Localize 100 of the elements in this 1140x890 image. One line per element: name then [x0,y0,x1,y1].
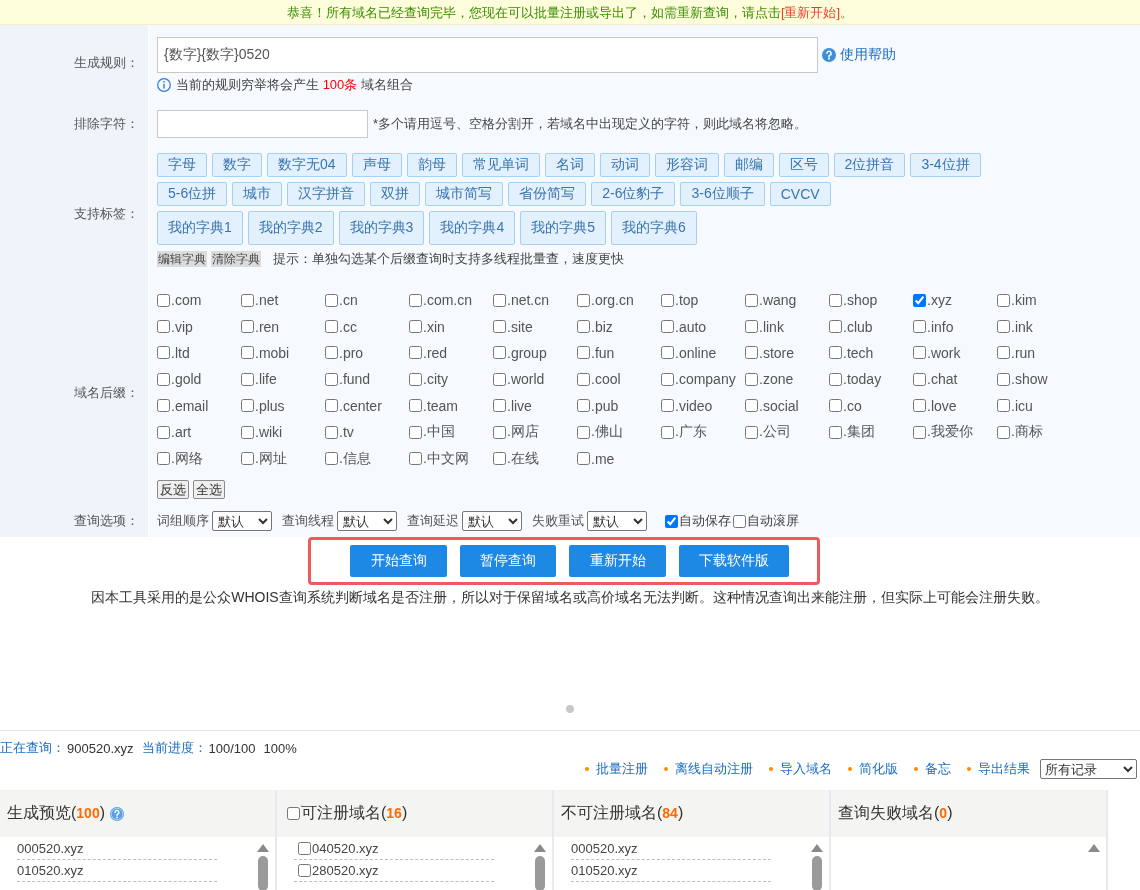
suffix-label[interactable]: .plus [255,397,285,414]
select-button[interactable]: 全选 [193,479,225,499]
suffix-label[interactable]: .网址 [255,449,287,468]
help-icon[interactable] [110,806,124,821]
tag-button[interactable]: 双拼 [370,182,421,206]
option-select[interactable]: 默认 [587,511,647,531]
suffix-checkbox[interactable] [241,452,254,466]
option-select[interactable]: 默认 [462,511,522,531]
suffix-label[interactable]: .company [675,371,736,388]
suffix-checkbox[interactable] [241,346,254,360]
suffix-label[interactable]: .信息 [339,449,371,468]
scroll-up-icon[interactable] [811,844,823,852]
suffix-label[interactable]: .biz [591,318,613,335]
suffix-label[interactable]: .cool [591,371,621,388]
option-checkbox[interactable] [733,514,746,528]
domain-checkbox[interactable] [298,864,311,877]
option-checkbox-label[interactable]: 自动滚屏 [747,512,799,530]
suffix-checkbox[interactable] [577,372,590,386]
suffix-label[interactable]: .网店 [507,423,539,442]
dictionary-button[interactable]: 我的字典5 [520,211,606,245]
suffix-checkbox[interactable] [157,425,170,439]
tag-button[interactable]: 汉字拼音 [287,182,366,206]
suffix-label[interactable]: .icu [1011,397,1033,414]
suffix-checkbox[interactable] [409,425,422,439]
suffix-label[interactable]: .集团 [843,423,875,442]
suffix-checkbox[interactable] [745,293,758,307]
suffix-label[interactable]: .store [759,344,794,361]
suffix-label[interactable]: .pro [339,344,364,361]
suffix-checkbox[interactable] [325,425,338,439]
suffix-checkbox[interactable] [577,399,590,413]
suffix-checkbox[interactable] [325,320,338,334]
suffix-checkbox[interactable] [829,320,842,334]
suffix-checkbox[interactable] [241,425,254,439]
dictionary-button[interactable]: 我的字典4 [429,211,516,245]
suffix-label[interactable]: .link [759,318,784,335]
suffix-checkbox[interactable] [661,346,674,360]
tag-button[interactable]: 省份简写 [508,182,587,206]
option-select[interactable]: 默认 [337,511,397,531]
toolbar-link[interactable]: 批量注册 [585,760,648,778]
suffix-checkbox[interactable] [493,452,506,466]
suffix-label[interactable]: .中国 [423,423,455,442]
suffix-checkbox[interactable] [745,320,758,334]
suffix-checkbox[interactable] [997,346,1010,360]
suffix-label[interactable]: .city [423,371,448,388]
tag-button[interactable]: 2-6位豹子 [591,182,676,206]
suffix-checkbox[interactable] [157,293,170,307]
suffix-label[interactable]: .auto [675,318,707,335]
suffix-checkbox[interactable] [241,399,254,413]
suffix-checkbox[interactable] [241,293,254,307]
suffix-label[interactable]: .com.cn [423,292,472,309]
suffix-checkbox[interactable] [409,293,422,307]
suffix-label[interactable]: .life [255,371,277,388]
suffix-label[interactable]: .佛山 [591,423,623,442]
suffix-checkbox[interactable] [829,293,842,307]
suffix-label[interactable]: .group [507,344,547,361]
suffix-checkbox[interactable] [325,346,338,360]
suffix-checkbox[interactable] [241,320,254,334]
scrollbar-thumb[interactable] [812,856,822,890]
suffix-label[interactable]: .fun [591,344,615,361]
option-select[interactable]: 默认 [212,511,272,531]
suffix-label[interactable]: .me [591,450,615,467]
tag-button[interactable]: 韵母 [406,153,457,177]
rule-input[interactable]: {数字}{数字}0520 [157,37,818,73]
suffix-label[interactable]: .ltd [171,344,190,361]
suffix-checkbox[interactable] [409,452,422,466]
toolbar-link[interactable]: 简化版 [848,760,898,778]
suffix-label[interactable]: .work [927,344,961,361]
suffix-checkbox[interactable] [661,320,674,334]
suffix-checkbox[interactable] [325,293,338,307]
tag-button[interactable]: 动词 [599,153,650,177]
suffix-checkbox[interactable] [493,293,506,307]
suffix-checkbox[interactable] [577,293,590,307]
suffix-label[interactable]: .tech [843,344,874,361]
tag-button[interactable]: 3-4位拼 [910,153,981,177]
suffix-label[interactable]: .co [843,397,862,414]
suffix-label[interactable]: .show [1011,371,1048,388]
suffix-label[interactable]: .info [927,318,954,335]
suffix-checkbox[interactable] [325,452,338,466]
suffix-checkbox[interactable] [493,399,506,413]
suffix-checkbox[interactable] [661,372,674,386]
suffix-label[interactable]: .center [339,397,382,414]
suffix-label[interactable]: .公司 [759,423,791,442]
suffix-checkbox[interactable] [997,425,1010,439]
suffix-checkbox[interactable] [913,293,926,307]
select-all-checkbox[interactable] [287,807,300,820]
suffix-checkbox[interactable] [913,425,926,439]
suffix-label[interactable]: .tv [339,424,354,441]
suffix-checkbox[interactable] [829,372,842,386]
suffix-checkbox[interactable] [577,452,590,466]
suffix-label[interactable]: .today [843,371,882,388]
suffix-checkbox[interactable] [829,346,842,360]
suffix-checkbox[interactable] [157,320,170,334]
suffix-label[interactable]: .top [675,292,699,309]
suffix-label[interactable]: .网络 [171,449,203,468]
suffix-label[interactable]: .net [255,292,279,309]
suffix-label[interactable]: .live [507,397,532,414]
tag-button[interactable]: 名词 [544,153,595,177]
action-button[interactable]: 下载软件版 [679,545,789,577]
suffix-label[interactable]: .social [759,397,799,414]
suffix-checkbox[interactable] [409,372,422,386]
